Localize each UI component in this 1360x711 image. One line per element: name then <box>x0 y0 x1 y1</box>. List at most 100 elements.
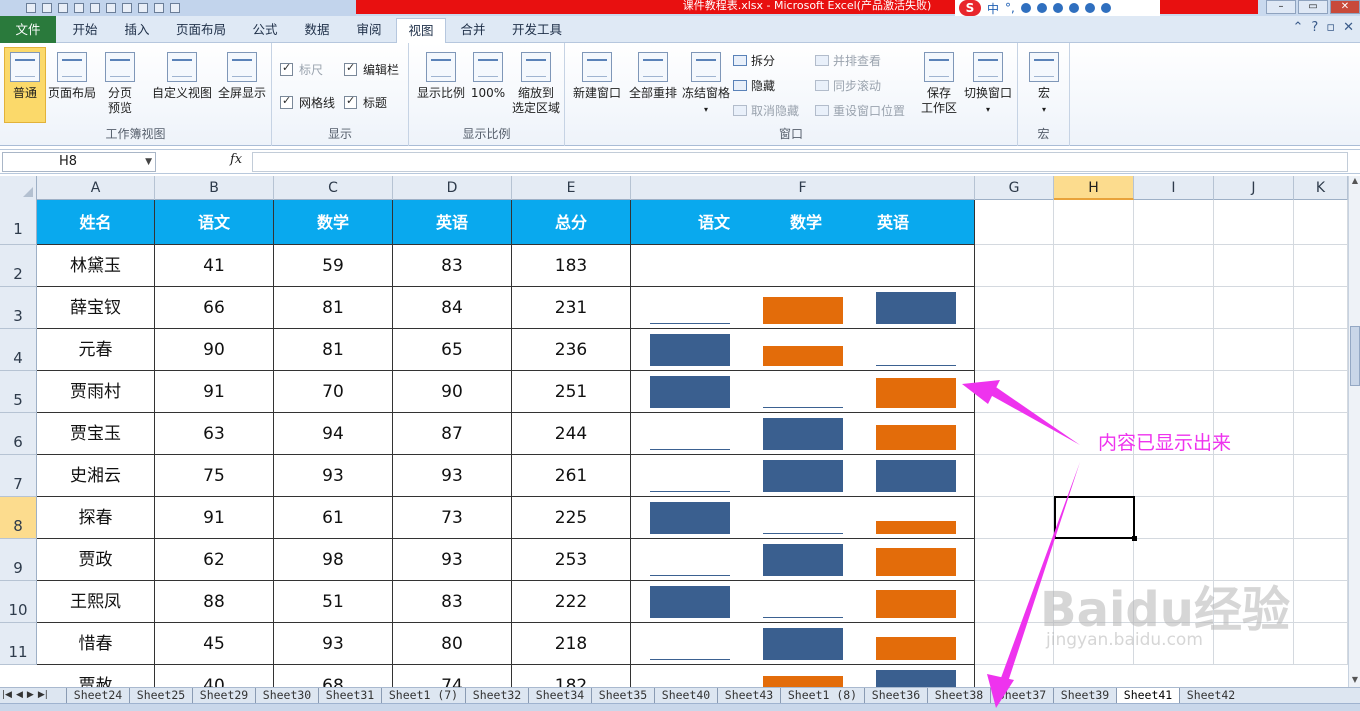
table-cell-name[interactable]: 惜春 <box>37 623 155 665</box>
collapse-ribbon-icon[interactable]: ⌃ <box>1292 20 1303 35</box>
header-cell-f[interactable]: 语文 数学 英语 <box>631 200 975 245</box>
skin-icon[interactable] <box>1084 3 1095 13</box>
cell[interactable] <box>1054 245 1134 287</box>
normal-view-button[interactable]: 普通 <box>4 47 46 123</box>
table-cell-total[interactable]: 182 <box>512 665 631 687</box>
emoji-icon[interactable] <box>1020 3 1031 13</box>
cell[interactable] <box>1214 497 1294 539</box>
first-sheet-icon[interactable]: |◀ <box>2 688 12 703</box>
sheet-tab[interactable]: Sheet37 <box>990 688 1053 704</box>
calculator-icon[interactable] <box>90 3 100 13</box>
table-cell-chinese[interactable]: 40 <box>155 665 274 687</box>
table-cell-total[interactable]: 222 <box>512 581 631 623</box>
header-cell[interactable]: 数学 <box>274 200 393 245</box>
table-cell-name[interactable]: 史湘云 <box>37 455 155 497</box>
full-screen-button[interactable]: 全屏显示 <box>216 47 268 101</box>
cell[interactable] <box>1054 371 1134 413</box>
paste-icon[interactable] <box>122 3 132 13</box>
table-cell-english[interactable]: 65 <box>393 329 512 371</box>
scroll-thumb[interactable] <box>1350 326 1360 386</box>
column-header-i[interactable]: I <box>1134 176 1214 200</box>
cell[interactable] <box>975 371 1054 413</box>
sheet-tab[interactable]: Sheet36 <box>864 688 927 704</box>
table-cell-total[interactable]: 225 <box>512 497 631 539</box>
gridlines-checkbox[interactable]: 网格线 <box>280 94 335 111</box>
formula-bar-checkbox[interactable]: 编辑栏 <box>344 61 399 78</box>
row-header-4[interactable]: 4 <box>0 329 37 371</box>
cell[interactable] <box>1294 539 1348 581</box>
row-header-1[interactable]: 1 <box>0 200 37 245</box>
table-cell-chinese[interactable]: 90 <box>155 329 274 371</box>
table-cell-math[interactable]: 61 <box>274 497 393 539</box>
cell[interactable] <box>1294 413 1348 455</box>
page-layout-button[interactable]: 页面布局 <box>48 47 96 101</box>
ime-punct-label[interactable]: °, <box>1005 1 1015 15</box>
header-cell[interactable]: 语文 <box>155 200 274 245</box>
zoom-100-button[interactable]: 100% <box>469 47 507 101</box>
prev-sheet-icon[interactable]: ◀ <box>16 688 23 703</box>
save-icon[interactable] <box>26 3 36 13</box>
row-header-6[interactable]: 6 <box>0 413 37 455</box>
sheet-tab[interactable]: Sheet29 <box>192 688 255 704</box>
cell[interactable] <box>1054 329 1134 371</box>
sheet-tab[interactable]: Sheet1 (7) <box>381 688 465 704</box>
tab-file[interactable]: 文件 <box>0 16 56 43</box>
maximize-icon[interactable]: ▭ <box>1298 0 1328 14</box>
sheet-tab[interactable]: Sheet25 <box>129 688 192 704</box>
border-icon[interactable] <box>170 3 180 13</box>
tab-insert[interactable]: 插入 <box>112 18 162 43</box>
cell[interactable] <box>1134 497 1214 539</box>
column-header-e[interactable]: E <box>512 176 631 200</box>
page-icon[interactable] <box>154 3 164 13</box>
redo-icon[interactable] <box>58 3 68 13</box>
bar-chart-cell[interactable] <box>631 539 975 581</box>
ruler-checkbox[interactable]: 标尺 <box>280 61 323 78</box>
row-header-7[interactable]: 7 <box>0 455 37 497</box>
select-all-corner[interactable] <box>0 176 37 200</box>
sheet-tab[interactable]: Sheet30 <box>255 688 318 704</box>
tab-data[interactable]: 数据 <box>292 18 342 43</box>
cell[interactable] <box>1294 623 1348 665</box>
tab-developer[interactable]: 开发工具 <box>502 18 572 43</box>
restore-icon[interactable]: ▫ <box>1326 20 1335 35</box>
name-box[interactable]: H8 ▼ <box>2 152 156 172</box>
row-header-10[interactable]: 10 <box>0 581 37 623</box>
table-cell-math[interactable]: 70 <box>274 371 393 413</box>
voice-icon[interactable] <box>1036 3 1047 13</box>
undo-icon[interactable] <box>42 3 52 13</box>
column-header-d[interactable]: D <box>393 176 512 200</box>
cell[interactable] <box>1294 287 1348 329</box>
cell[interactable] <box>1054 455 1134 497</box>
cell[interactable] <box>1134 287 1214 329</box>
table-cell-name[interactable]: 贾雨村 <box>37 371 155 413</box>
cell[interactable] <box>1054 200 1134 245</box>
table-cell-name[interactable]: 贾赦 <box>37 665 155 687</box>
column-header-k[interactable]: K <box>1294 176 1348 200</box>
hide-button[interactable]: 隐藏 <box>733 77 775 94</box>
column-header-j[interactable]: J <box>1214 176 1294 200</box>
table-cell-english[interactable]: 74 <box>393 665 512 687</box>
column-header-g[interactable]: G <box>975 176 1054 200</box>
bar-chart-cell[interactable] <box>631 245 975 287</box>
cell[interactable] <box>975 329 1054 371</box>
macros-button[interactable]: 宏 ▾ <box>1024 47 1064 117</box>
tab-page-layout[interactable]: 页面布局 <box>166 18 236 43</box>
row-header-11[interactable]: 11 <box>0 623 37 665</box>
workbook-close-icon[interactable]: ✕ <box>1343 20 1354 35</box>
table-cell-total[interactable]: 261 <box>512 455 631 497</box>
split-button[interactable]: 拆分 <box>733 52 775 69</box>
table-cell-math[interactable]: 68 <box>274 665 393 687</box>
keyboard-icon[interactable] <box>1052 3 1063 13</box>
chevron-down-icon[interactable]: ▼ <box>145 153 152 171</box>
table-cell-chinese[interactable]: 63 <box>155 413 274 455</box>
table-cell-name[interactable]: 林黛玉 <box>37 245 155 287</box>
sheet-tab[interactable]: Sheet43 <box>717 688 780 704</box>
ime-mode-label[interactable]: 中 <box>987 0 999 17</box>
column-header-f[interactable]: F <box>631 176 975 200</box>
formula-input[interactable] <box>252 152 1348 172</box>
bar-chart-cell[interactable] <box>631 497 975 539</box>
table-cell-name[interactable]: 贾政 <box>37 539 155 581</box>
sheet-tab[interactable]: Sheet1 (8) <box>780 688 864 704</box>
table-cell-total[interactable]: 253 <box>512 539 631 581</box>
table-cell-total[interactable]: 231 <box>512 287 631 329</box>
